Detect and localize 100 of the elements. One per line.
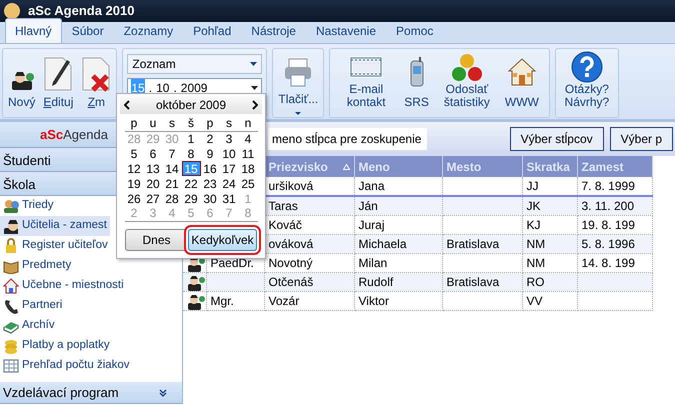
table-cell: Milan — [358, 256, 388, 270]
house-icon — [3, 278, 19, 294]
table-cell: Jana — [358, 179, 385, 193]
column-button[interactable]: Výber stĺpcov — [510, 127, 604, 151]
table-cell: KJ — [526, 218, 541, 232]
calendar-day[interactable]: 23 — [200, 176, 220, 191]
padlock-icon — [3, 238, 19, 254]
calendar-day[interactable]: 19 — [124, 176, 144, 191]
table-cell: JJ — [526, 179, 538, 193]
ribbon-button[interactable]: WWW — [502, 51, 541, 115]
weekday-label: p — [130, 116, 138, 130]
view-dropdown[interactable]: Zoznam — [127, 54, 262, 74]
group-hint: meno stĺpca pre zoskupenie — [268, 128, 428, 150]
table-cell: Juraj — [358, 218, 385, 232]
column-button[interactable]: Výber p — [610, 127, 673, 151]
table-cell: Bratislava — [446, 237, 500, 251]
help-icon — [570, 51, 603, 83]
sort-icon — [342, 164, 350, 170]
calendar-month: október 2009 — [156, 97, 226, 114]
sidebar-item[interactable]: Partneri — [0, 296, 66, 316]
calendar-day[interactable]: 4 — [238, 131, 258, 146]
calendar-day[interactable]: 20 — [144, 176, 162, 191]
table-icon — [3, 358, 19, 374]
weekday-label: s — [226, 116, 232, 130]
weekday-label: s — [169, 116, 175, 130]
table-cell: 14. 8. 199 — [582, 256, 635, 270]
table-cell: 7. 8. 1999 — [582, 179, 635, 193]
weekday-label: n — [244, 116, 252, 130]
delete-page-icon — [81, 56, 112, 92]
menu-tab[interactable]: Zoznamy — [114, 18, 184, 43]
menu-tab[interactable]: Hlavný — [5, 18, 62, 43]
coins-icon — [3, 338, 19, 354]
calendar-day[interactable]: 16 — [200, 161, 220, 176]
table-cell: uršiková — [268, 179, 314, 193]
sidebar-item[interactable]: Archív — [0, 316, 58, 336]
table-cell: Novotný — [268, 256, 313, 270]
calendar-day[interactable]: 11 — [238, 146, 258, 161]
dropdown-icon — [251, 86, 258, 90]
weekday-label: š — [188, 116, 194, 130]
calendar-day[interactable]: 10 — [220, 146, 238, 161]
house-icon — [506, 57, 537, 87]
person-icon — [10, 70, 34, 92]
calendar-day[interactable]: 25 — [238, 176, 258, 191]
balls-icon — [450, 53, 483, 83]
calendar-day[interactable]: 31 — [220, 191, 238, 206]
dropdown-icon — [250, 62, 258, 66]
calendar-day[interactable]: 2 — [200, 131, 220, 146]
table-cell: 19. 8. 199 — [582, 218, 635, 232]
table-cell: ováková — [268, 237, 314, 251]
menu-tab[interactable]: Pohľad — [183, 18, 242, 43]
table-cell: JK — [526, 199, 541, 213]
table-cell: 3. 11. 200 — [582, 199, 634, 213]
menu-tab[interactable]: Pomoc — [386, 18, 444, 43]
calendar-day[interactable]: 30 — [200, 191, 220, 206]
ribbon-button[interactable]: E-mail kontakt — [338, 51, 394, 115]
sidebar-item[interactable]: Predmety — [0, 256, 74, 276]
printer-icon — [283, 57, 314, 87]
sidebar-item[interactable]: Učitelia - zamest — [0, 216, 110, 236]
person-icon — [187, 294, 205, 310]
caret-icon — [295, 112, 302, 115]
calendar-day[interactable]: 6 — [144, 146, 162, 161]
sidebar-item[interactable]: Učebne - miestnosti — [0, 276, 127, 296]
section-header[interactable]: Vzdelávací program — [0, 382, 182, 404]
calendar-day[interactable]: 5 — [124, 146, 144, 161]
sidebar-item[interactable]: Triedy — [0, 196, 57, 216]
table-cell: 5. 8. 1996 — [582, 237, 635, 251]
calendar-day[interactable]: 8 — [182, 146, 200, 161]
sidebar-item[interactable]: Platby a poplatky — [0, 336, 113, 356]
ribbon-button[interactable]: Zm — [79, 56, 114, 109]
calendar-day[interactable]: 24 — [220, 176, 238, 191]
app-icon — [4, 3, 20, 19]
menu-tab[interactable]: Súbor — [62, 18, 114, 43]
phone-icon — [3, 298, 19, 314]
calendar-day[interactable]: 9 — [200, 146, 220, 161]
logo-text: aSc — [40, 126, 64, 144]
calendar-day[interactable]: 3 — [220, 131, 238, 146]
calendar-day[interactable]: 21 — [162, 176, 182, 191]
ribbon-button[interactable]: SRS — [402, 51, 431, 115]
menu-tab[interactable]: Nastavenie — [306, 18, 386, 43]
calendar-day[interactable]: 29 — [182, 191, 200, 206]
next-icon[interactable] — [252, 100, 258, 110]
ribbon-button[interactable]: Nový — [6, 70, 38, 109]
ribbon-button[interactable]: Odoslať štatistiky — [438, 51, 495, 115]
calendar-day[interactable]: 22 — [182, 176, 200, 191]
previous-icon[interactable] — [124, 100, 130, 110]
calendar-day[interactable]: 17 — [220, 161, 238, 176]
table-cell: Otčenáš — [268, 275, 314, 289]
menu-tab[interactable]: Nástroje — [241, 18, 306, 43]
ribbon-button[interactable]: Edituj — [41, 56, 76, 109]
envelope-icon — [350, 57, 382, 77]
table-cell: Ján — [358, 199, 378, 213]
calendar-day[interactable]: 1 — [182, 131, 200, 146]
sidebar-item[interactable]: Prehľad počtu žiakov — [0, 356, 133, 376]
sidebar-item[interactable]: Register učiteľov — [0, 236, 111, 256]
table-cell: VV — [526, 294, 543, 308]
table-cell: RO — [526, 275, 544, 289]
window-title: aSc Agenda 2010 — [28, 2, 134, 20]
expand-icon — [159, 388, 167, 396]
calendar-day[interactable]: 18 — [238, 161, 258, 176]
calendar-day[interactable]: 7 — [162, 146, 182, 161]
